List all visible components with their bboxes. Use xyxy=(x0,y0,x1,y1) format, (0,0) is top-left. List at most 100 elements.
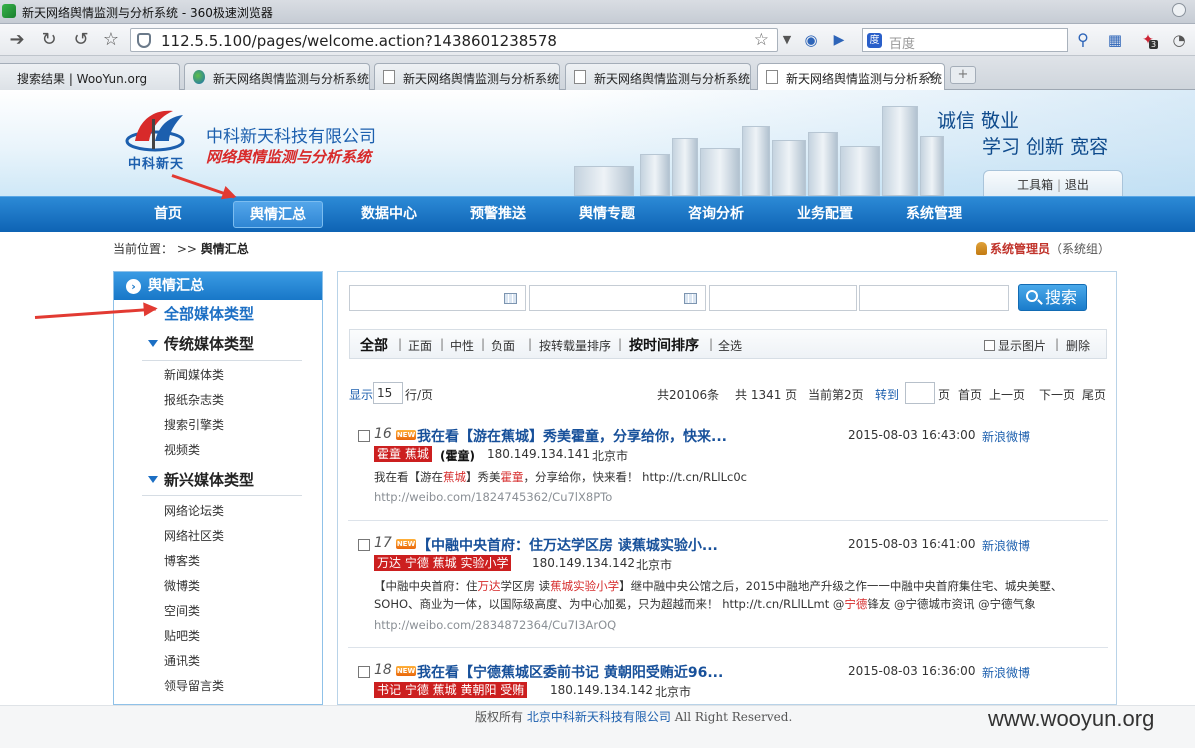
rows-per-page-input[interactable]: 15 xyxy=(373,382,403,404)
sort-by-repost[interactable]: 按转载量排序 xyxy=(539,337,611,354)
end-date-input[interactable] xyxy=(529,285,706,311)
nav-topics[interactable]: 舆情专题 xyxy=(562,201,652,228)
item-checkbox[interactable] xyxy=(358,666,370,678)
nav-home[interactable]: 首页 xyxy=(123,201,213,228)
copyright-rights: All Right Reserved. xyxy=(674,710,793,724)
search-icon[interactable]: ⚲ xyxy=(1072,29,1094,51)
checkbox-icon[interactable] xyxy=(984,340,995,351)
filter-all[interactable]: 全部 xyxy=(360,335,388,355)
sidebar-item-video[interactable]: 视频类 xyxy=(164,441,200,458)
dropdown-arrow-icon[interactable]: ▼ xyxy=(776,29,798,51)
item-checkbox[interactable] xyxy=(358,430,370,442)
item-title[interactable]: 【中融中央首府：住万达学区房 读蕉城实验小... xyxy=(417,535,718,555)
browser-tab[interactable]: 新天网络舆情监测与分析系统 xyxy=(184,63,370,90)
keyword-input-2[interactable] xyxy=(859,285,1009,311)
address-bar[interactable]: 112.5.5.100/pages/welcome.action?1438601… xyxy=(130,28,778,52)
calendar-icon[interactable] xyxy=(684,293,697,304)
item-source[interactable]: 新浪微博 xyxy=(982,537,1030,554)
sidebar-item-weibo[interactable]: 微博类 xyxy=(164,577,200,594)
sidebar-item-community[interactable]: 网络社区类 xyxy=(164,527,224,544)
keyword-input[interactable] xyxy=(709,285,857,311)
url-text[interactable]: 112.5.5.100/pages/welcome.action?1438601… xyxy=(161,32,557,50)
favorite-star-icon[interactable]: ☆ xyxy=(100,29,122,51)
browser-tab[interactable]: 搜索结果 | WooYun.org xyxy=(0,63,180,90)
user-name[interactable]: 系统管理员 xyxy=(990,242,1050,256)
sidebar-item-tieba[interactable]: 贴吧类 xyxy=(164,627,200,644)
copyright-company[interactable]: 北京中科新天科技有限公司 xyxy=(527,710,671,724)
building-graphic xyxy=(742,126,770,196)
building-graphic xyxy=(672,138,698,196)
item-number: 18 xyxy=(374,662,392,678)
sidebar-group-label: 新兴媒体类型 xyxy=(164,471,255,489)
sidebar-item-news[interactable]: 新闻媒体类 xyxy=(164,366,224,383)
sidebar-item-space[interactable]: 空间类 xyxy=(164,602,200,619)
forward-arrow-icon[interactable]: ➔ xyxy=(6,29,28,51)
pagination-bar: 显示 15 行/页 共20106条 共 1341 页 当前第2页 转到 页 首页… xyxy=(349,382,1109,404)
close-icon[interactable]: ✕ xyxy=(926,69,937,84)
play-icon[interactable]: ▶ xyxy=(828,29,850,51)
sidebar-item-forum[interactable]: 网络论坛类 xyxy=(164,502,224,519)
delete-button[interactable]: 删除 xyxy=(1066,337,1090,354)
sidebar-group-emerging[interactable]: 新兴媒体类型 xyxy=(148,469,255,490)
browser-tab[interactable]: 新天网络舆情监测与分析系统 xyxy=(565,63,751,90)
toolbox-link[interactable]: 工具箱 xyxy=(1017,178,1053,192)
goto-label[interactable]: 转到 xyxy=(875,386,899,403)
separator: | xyxy=(440,337,445,351)
apps-icon[interactable]: ▦ xyxy=(1104,29,1126,51)
bookmark-star-icon[interactable]: ☆ xyxy=(754,30,769,50)
nav-data-center[interactable]: 数据中心 xyxy=(344,201,434,228)
browser-tab[interactable]: 新天网络舆情监测与分析系统 xyxy=(374,63,560,90)
search-icon xyxy=(1026,290,1038,302)
sort-by-time[interactable]: 按时间排序 xyxy=(629,335,699,355)
building-graphic xyxy=(920,136,944,196)
show-images-toggle[interactable]: 显示图片 xyxy=(984,337,1046,354)
filter-neutral[interactable]: 中性 xyxy=(450,337,474,354)
item-title[interactable]: 我在看【宁德蕉城区委前书记 黄朝阳受贿近96... xyxy=(417,662,723,682)
sidebar-item-all-media[interactable]: 全部媒体类型 xyxy=(164,303,254,324)
browser-tab-active[interactable]: 新天网络舆情监测与分析系统 ✕ xyxy=(757,63,945,91)
divider xyxy=(348,520,1108,521)
item-title[interactable]: 我在看【游在蕉城】秀美霍童，分享给你，快来... xyxy=(417,426,727,446)
item-link[interactable]: http://weibo.com/2834872364/Cu7I3ArOQ xyxy=(374,618,616,632)
undo-close-icon[interactable]: ↺ xyxy=(70,29,92,51)
filter-positive[interactable]: 正面 xyxy=(408,337,432,354)
window-control-icon[interactable] xyxy=(1172,3,1186,17)
next-page-link[interactable]: 下一页 xyxy=(1039,386,1075,403)
sidebar-item-messaging[interactable]: 通讯类 xyxy=(164,652,200,669)
first-page-link[interactable]: 首页 xyxy=(958,386,982,403)
item-source[interactable]: 新浪微博 xyxy=(982,664,1030,681)
search-placeholder: 百度 xyxy=(889,37,916,52)
nav-alert-push[interactable]: 预警推送 xyxy=(453,201,543,228)
sidebar-item-blog[interactable]: 博客类 xyxy=(164,552,200,569)
item-link[interactable]: http://weibo.com/1824745362/Cu7lX8PTo xyxy=(374,490,612,504)
nav-business-config[interactable]: 业务配置 xyxy=(780,201,870,228)
nav-sentiment-summary[interactable]: 舆情汇总 xyxy=(233,201,323,228)
globe-icon xyxy=(193,70,205,84)
prev-page-link[interactable]: 上一页 xyxy=(989,386,1025,403)
reload-icon[interactable]: ↻ xyxy=(38,29,60,51)
filter-toolbar: 全部 | 正面 | 中性 | 负面 | 按转载量排序 | 按时间排序 | 全选 … xyxy=(349,329,1107,359)
filter-negative[interactable]: 负面 xyxy=(491,337,515,354)
logout-link[interactable]: 退出 xyxy=(1065,178,1089,192)
user-icon xyxy=(976,242,987,255)
nav-system-admin[interactable]: 系统管理 xyxy=(889,201,979,228)
start-date-input[interactable] xyxy=(349,285,526,311)
sidebar-item-newspaper[interactable]: 报纸杂志类 xyxy=(164,391,224,408)
item-checkbox[interactable] xyxy=(358,539,370,551)
browser-search-input[interactable]: 度 百度 xyxy=(862,28,1068,52)
calendar-icon[interactable] xyxy=(504,293,517,304)
nav-consulting-analysis[interactable]: 咨询分析 xyxy=(671,201,761,228)
sidebar-item-search-engine[interactable]: 搜索引擎类 xyxy=(164,416,224,433)
last-page-link[interactable]: 尾页 xyxy=(1082,386,1106,403)
new-tab-button[interactable]: + xyxy=(950,66,976,84)
separator: | xyxy=(398,337,403,351)
search-button[interactable]: 搜索 xyxy=(1018,284,1087,311)
item-source[interactable]: 新浪微博 xyxy=(982,428,1030,445)
sidebar-item-leader-messages[interactable]: 领导留言类 xyxy=(164,677,224,694)
tab-label: 新天网络舆情监测与分析系统 xyxy=(786,72,943,86)
ie-mode-icon[interactable]: ◉ xyxy=(800,29,822,51)
goto-page-input[interactable] xyxy=(905,382,935,404)
select-all[interactable]: 全选 xyxy=(718,337,742,354)
user-menu-icon[interactable]: ◔ xyxy=(1168,29,1190,51)
sidebar-group-traditional[interactable]: 传统媒体类型 xyxy=(148,333,254,354)
